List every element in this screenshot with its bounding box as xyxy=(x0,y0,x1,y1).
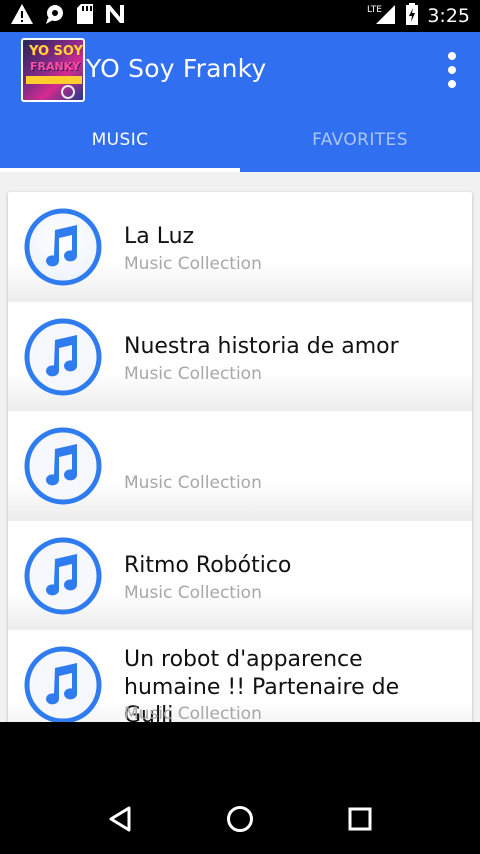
chat-icon xyxy=(44,3,66,29)
system-nav-bar xyxy=(0,784,480,854)
status-notifications xyxy=(10,3,126,29)
recents-icon[interactable] xyxy=(340,799,380,839)
status-time: 3:25 xyxy=(427,5,470,27)
toolbar: YO SOY FRANKY YO Soy Franky xyxy=(0,32,480,108)
tab-bar: MUSIC FAVORITES xyxy=(0,108,480,172)
signal-icon: LTE xyxy=(367,3,397,30)
app-title: YO Soy Franky xyxy=(86,54,267,83)
track-subtitle: Music Collection xyxy=(124,473,262,493)
track-item-2[interactable]: Nuestra historia de amor Music Collectio… xyxy=(8,301,472,411)
more-vert-icon[interactable] xyxy=(444,52,460,88)
track-item-4[interactable]: Ritmo Robótico Music Collection xyxy=(8,520,472,630)
track-list: La Luz Music Collection Nuestra historia… xyxy=(8,192,472,722)
track-item-1[interactable]: La Luz Music Collection xyxy=(8,192,472,302)
logo-text-2: FRANKY xyxy=(30,60,81,73)
track-title: La Luz xyxy=(124,224,195,249)
track-title: Ritmo Robótico xyxy=(124,552,292,578)
sd-card-icon xyxy=(76,3,94,29)
track-subtitle: Music Collection xyxy=(124,582,262,603)
battery-charging-icon xyxy=(405,2,419,30)
music-note-icon xyxy=(24,537,102,615)
svg-text:LTE: LTE xyxy=(367,5,382,15)
phone-screen: LTE 3:25 YO SOY FRANKY YO Soy Franky MUS… xyxy=(0,0,480,854)
track-subtitle: Music Collection xyxy=(124,704,262,722)
back-icon[interactable] xyxy=(100,799,140,839)
app-bar: YO SOY FRANKY YO Soy Franky MUSIC FAVORI… xyxy=(0,32,480,172)
track-title: Nuestra historia de amor xyxy=(124,333,399,359)
music-note-icon xyxy=(24,646,102,722)
status-system: LTE 3:25 xyxy=(367,2,470,30)
music-note-icon xyxy=(24,318,102,396)
home-icon[interactable] xyxy=(220,799,260,839)
tab-favorites[interactable]: FAVORITES xyxy=(240,108,480,172)
content-area: La Luz Music Collection Nuestra historia… xyxy=(0,172,480,722)
app-logo: YO SOY FRANKY xyxy=(21,38,85,102)
track-subtitle: Music Collection xyxy=(124,254,262,274)
n-app-icon xyxy=(104,3,126,29)
track-item-3[interactable]: Music Collection xyxy=(8,411,472,521)
music-note-icon xyxy=(24,208,102,286)
logo-text-1: YO SOY xyxy=(29,44,83,59)
music-note-icon xyxy=(24,427,102,505)
track-subtitle: Music Collection xyxy=(124,363,262,384)
status-bar: LTE 3:25 xyxy=(0,0,480,32)
tab-music[interactable]: MUSIC xyxy=(0,108,240,172)
track-item-5[interactable]: Un robot d'apparence humaine !! Partenai… xyxy=(8,630,472,722)
warning-icon xyxy=(10,3,34,29)
